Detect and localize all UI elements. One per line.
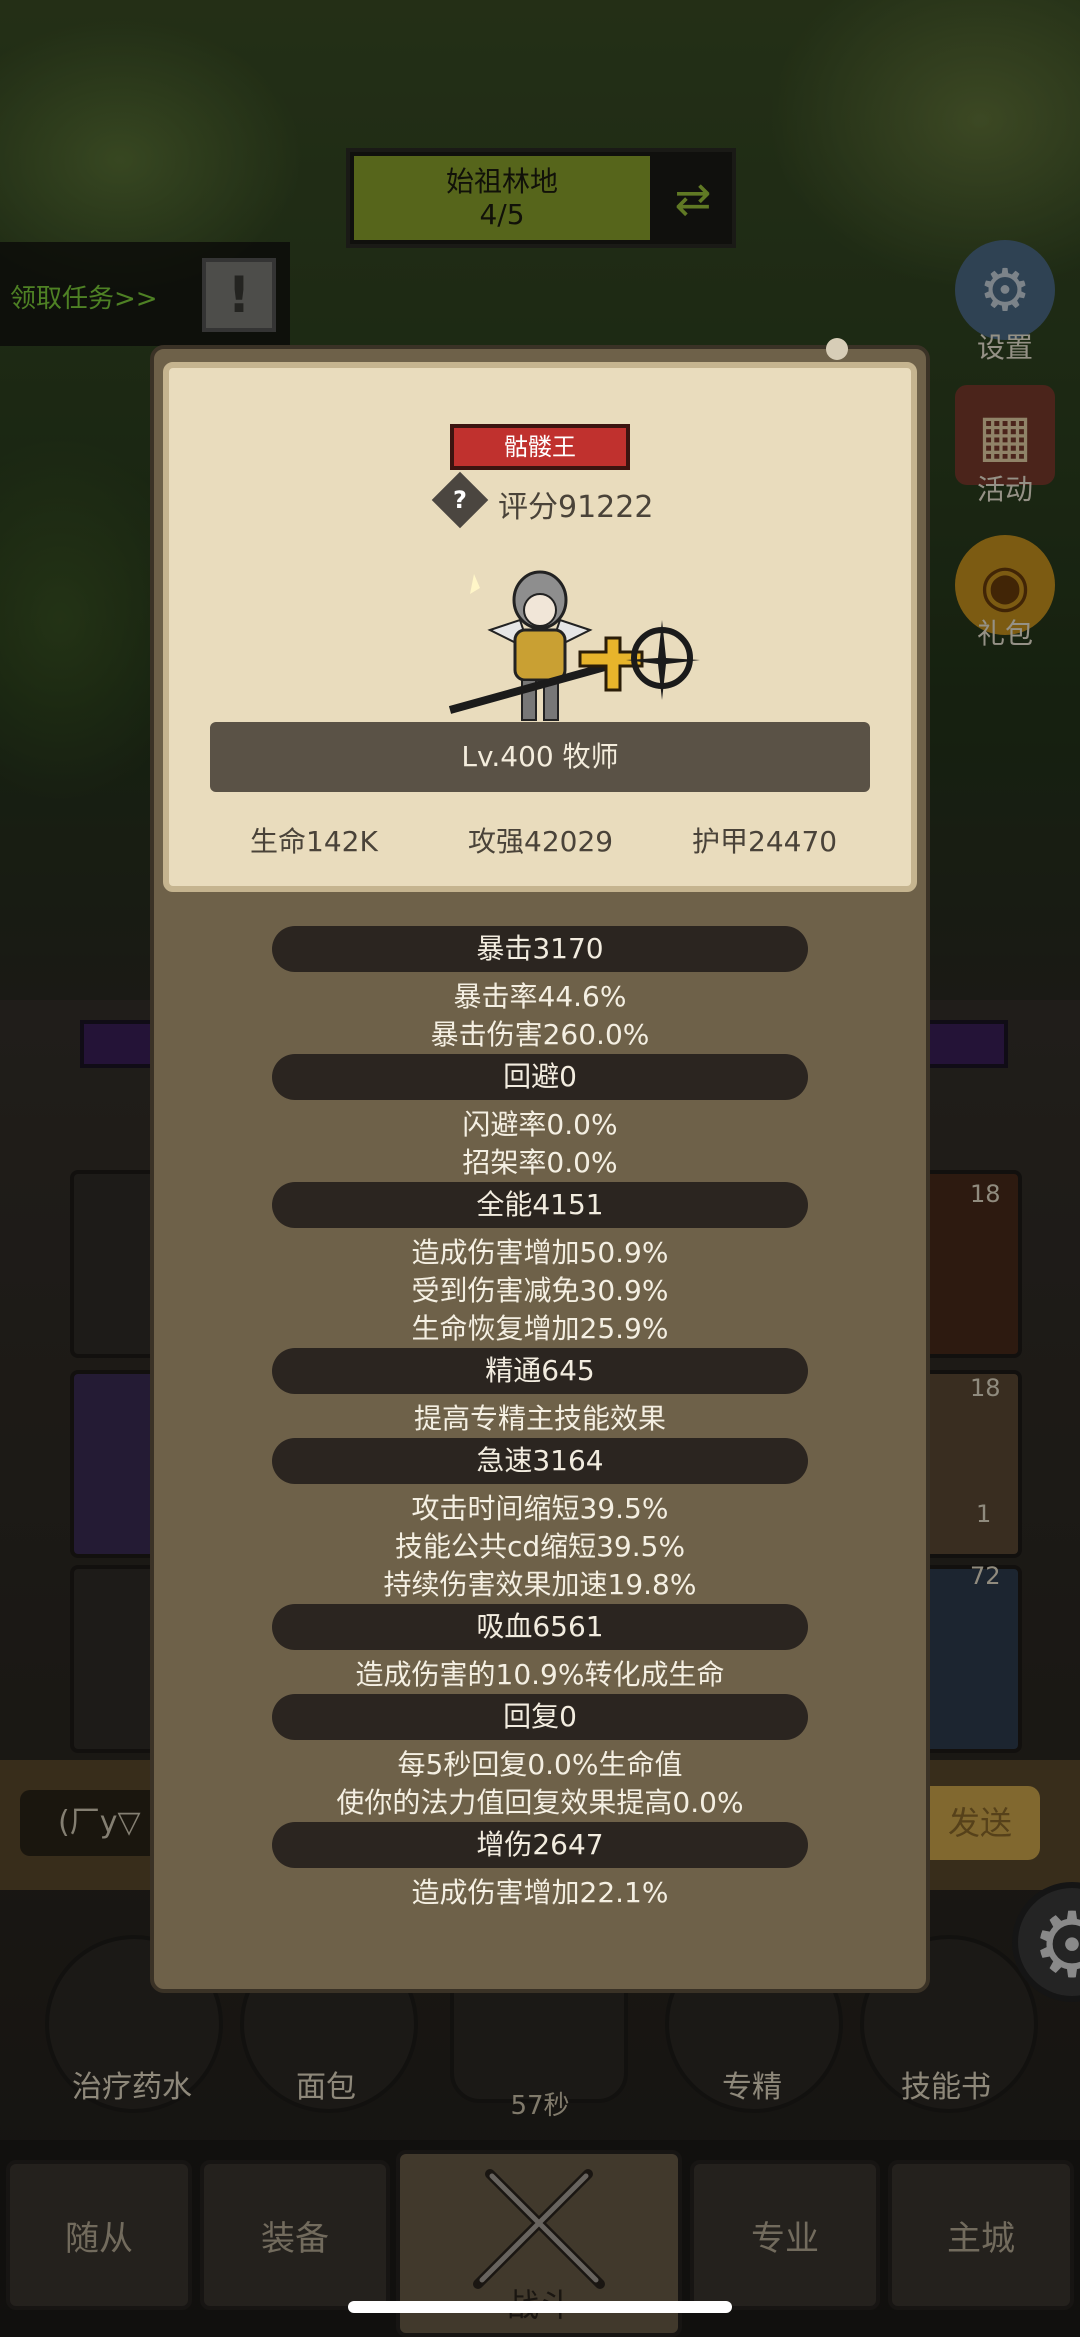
stat-header-avoid: 回避0 xyxy=(272,1054,808,1100)
pin-decoration xyxy=(826,338,848,360)
stat-header-mastery: 精通645 xyxy=(272,1348,808,1394)
stat-header-crit: 暴击3170 xyxy=(272,926,808,972)
rating-score: 评分91222 xyxy=(498,490,654,525)
stat-line: 招架率0.0% xyxy=(462,1146,618,1179)
stat-header-damage-bonus: 增伤2647 xyxy=(272,1822,808,1868)
stat-line: 造成伤害增加50.9% xyxy=(411,1236,669,1269)
stat-line: 技能公共cd缩短39.5% xyxy=(394,1530,686,1563)
question-mark-icon[interactable]: ? xyxy=(440,480,480,520)
attack-stat: 攻强42029 xyxy=(468,825,614,858)
stat-line: 提高专精主技能效果 xyxy=(413,1402,666,1435)
stat-line: 受到伤害减免30.9% xyxy=(411,1274,669,1307)
stat-line: 暴击率44.6% xyxy=(453,980,627,1013)
hp-stat: 生命142K xyxy=(250,825,378,858)
priest-character-sprite xyxy=(448,570,700,721)
stat-line: 暴击伤害260.0% xyxy=(430,1018,650,1051)
stat-line: 造成伤害增加22.1% xyxy=(411,1876,669,1909)
stat-line: 闪避率0.0% xyxy=(462,1108,618,1141)
stat-line: 每5秒回复0.0%生命值 xyxy=(397,1748,683,1781)
home-indicator[interactable] xyxy=(348,2301,732,2313)
stat-line: 造成伤害的10.9%转化成生命 xyxy=(355,1658,725,1691)
stat-header-versatility: 全能4151 xyxy=(272,1182,808,1228)
stat-line: 攻击时间缩短39.5% xyxy=(411,1492,669,1525)
stat-line: 生命恢复增加25.9% xyxy=(411,1312,669,1345)
stat-header-regen: 回复0 xyxy=(272,1694,808,1740)
stat-header-lifesteal: 吸血6561 xyxy=(272,1604,808,1650)
stat-line: 使你的法力值回复效果提高0.0% xyxy=(336,1786,744,1819)
armor-stat: 护甲24470 xyxy=(692,825,838,858)
boss-tag: 骷髅王 xyxy=(450,424,630,470)
level-class-bar: Lv.400 牧师 xyxy=(210,722,870,792)
stat-header-haste: 急速3164 xyxy=(272,1438,808,1484)
stat-line: 持续伤害效果加速19.8% xyxy=(383,1568,697,1601)
